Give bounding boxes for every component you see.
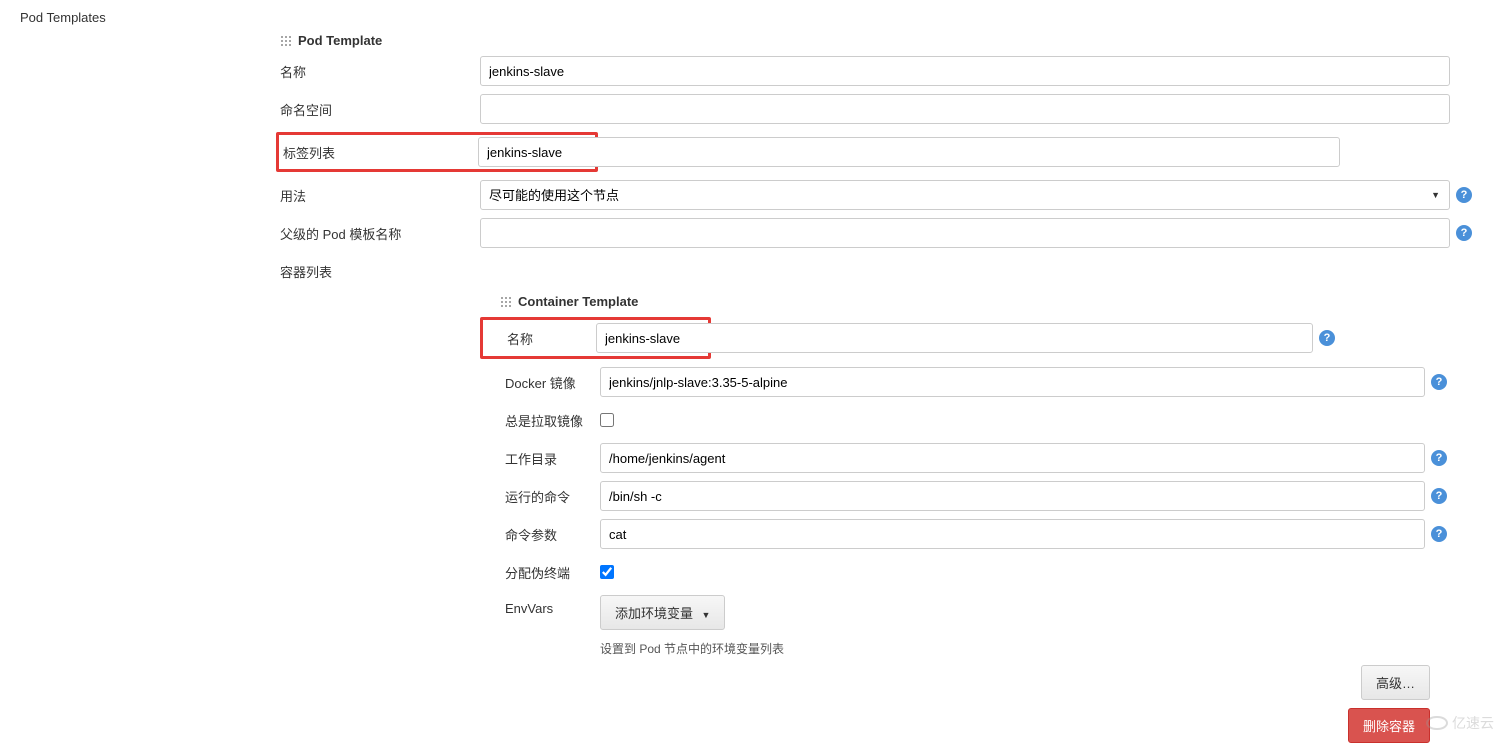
container-command-input[interactable] bbox=[600, 481, 1425, 511]
pod-template-header: Pod Template bbox=[280, 33, 1484, 48]
delete-container-button[interactable]: 删除容器 bbox=[1348, 708, 1430, 743]
help-icon[interactable]: ? bbox=[1431, 450, 1447, 466]
container-args-label: 命令参数 bbox=[505, 519, 600, 544]
container-always-pull-checkbox[interactable] bbox=[600, 413, 614, 427]
add-envvar-button[interactable]: 添加环境变量 bbox=[600, 595, 725, 630]
pod-template-title: Pod Template bbox=[298, 33, 382, 48]
container-tty-checkbox[interactable] bbox=[600, 565, 614, 579]
container-workdir-input[interactable] bbox=[600, 443, 1425, 473]
pod-labels-label: 标签列表 bbox=[283, 143, 481, 162]
help-icon[interactable]: ? bbox=[1456, 187, 1472, 203]
pod-name-label: 名称 bbox=[280, 56, 480, 81]
help-icon[interactable]: ? bbox=[1431, 488, 1447, 504]
container-name-input[interactable] bbox=[596, 323, 1313, 353]
container-docker-label: Docker 镜像 bbox=[505, 367, 600, 392]
watermark-text: 亿速云 bbox=[1452, 713, 1494, 733]
help-icon[interactable]: ? bbox=[1431, 374, 1447, 390]
help-icon[interactable]: ? bbox=[1456, 225, 1472, 241]
watermark: 亿速云 bbox=[1426, 713, 1494, 733]
pod-parent-input[interactable] bbox=[480, 218, 1450, 248]
container-command-label: 运行的命令 bbox=[505, 481, 600, 506]
container-args-input[interactable] bbox=[600, 519, 1425, 549]
envvars-hint: 设置到 Pod 节点中的环境变量列表 bbox=[600, 640, 784, 657]
container-workdir-label: 工作目录 bbox=[505, 443, 600, 468]
pod-usage-select[interactable]: 尽可能的使用这个节点 bbox=[480, 180, 1450, 210]
drag-handle-icon[interactable] bbox=[500, 296, 512, 308]
container-tty-label: 分配伪终端 bbox=[505, 557, 600, 582]
container-envvars-label: EnvVars bbox=[505, 595, 600, 616]
pod-usage-label: 用法 bbox=[280, 180, 480, 205]
section-title: Pod Templates bbox=[20, 10, 1484, 25]
watermark-icon bbox=[1426, 716, 1448, 730]
container-docker-input[interactable] bbox=[600, 367, 1425, 397]
pod-namespace-input[interactable] bbox=[480, 94, 1450, 124]
pod-namespace-label: 命名空间 bbox=[280, 94, 480, 119]
help-icon[interactable]: ? bbox=[1431, 526, 1447, 542]
pod-name-input[interactable] bbox=[480, 56, 1450, 86]
pod-parent-label: 父级的 Pod 模板名称 bbox=[280, 218, 480, 243]
container-name-label: 名称 bbox=[507, 329, 597, 348]
pod-labels-input[interactable] bbox=[478, 137, 1340, 167]
help-icon[interactable]: ? bbox=[1319, 330, 1335, 346]
pod-containers-label: 容器列表 bbox=[280, 256, 480, 281]
container-template-header: Container Template bbox=[500, 294, 1484, 309]
drag-handle-icon[interactable] bbox=[280, 35, 292, 47]
container-always-pull-label: 总是拉取镜像 bbox=[505, 405, 600, 430]
advanced-button[interactable]: 高级… bbox=[1361, 665, 1430, 700]
container-template-title: Container Template bbox=[518, 294, 638, 309]
